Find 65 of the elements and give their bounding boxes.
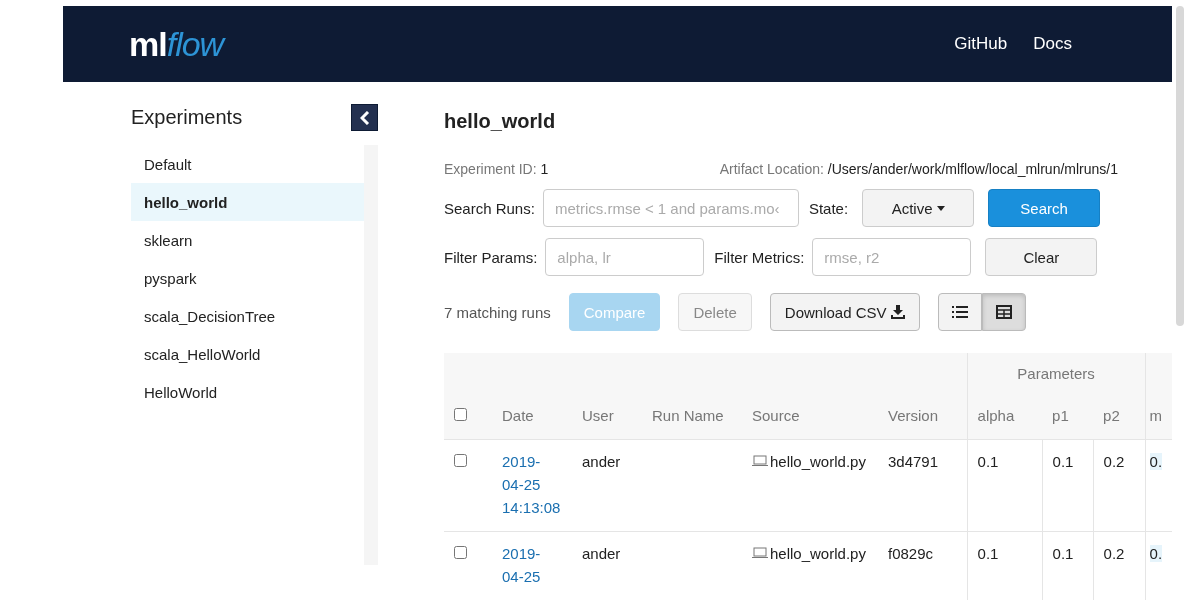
search-button[interactable]: Search — [988, 189, 1101, 227]
view-toggle[interactable] — [937, 293, 982, 331]
row-checkbox[interactable] — [454, 545, 467, 559]
experiment-item[interactable]: HelloWorld — [131, 373, 364, 411]
field-label: State: — [808, 199, 849, 217]
run-date-link[interactable]: 2019-04-25 14:13:08 — [502, 449, 562, 519]
download-button[interactable]: Download CSV — [769, 293, 920, 331]
artifact-location: Artifact Location: /Users/ander/work/mlflow/local_mlrun/mlruns/1 — [719, 161, 1118, 177]
run-date-link[interactable]: 2019-04-25 — [502, 541, 562, 588]
table-cell-text: hello_world.py — [770, 451, 866, 472]
laptop-icon — [752, 455, 768, 467]
field-label: Filter Params: — [444, 248, 538, 266]
experiment-item[interactable]: scala_DecisionTree — [131, 297, 364, 335]
column-header[interactable]: alpha — [967, 393, 1043, 439]
collapse-button[interactable] — [351, 104, 378, 131]
table-icon — [995, 305, 1012, 319]
table-cell: 0.2 — [1103, 544, 1125, 562]
select-all-checkbox[interactable] — [454, 408, 467, 422]
table-cell: 0.1 — [1052, 452, 1074, 470]
table-cell: f0829c — [888, 544, 934, 562]
table-cell: 0. — [1149, 452, 1163, 470]
table-cell: 3d4791 — [888, 452, 939, 470]
experiment-item[interactable]: sklearn — [131, 221, 364, 259]
table-cell: 0. — [1149, 544, 1163, 562]
filter-params-field[interactable]: alpha, lr — [545, 238, 705, 276]
column-header[interactable]: m — [1145, 393, 1172, 439]
column-header[interactable]: p2 — [1093, 393, 1146, 439]
run-count: 7 matching runs — [444, 303, 551, 321]
column-header[interactable]: p1 — [1042, 393, 1094, 439]
experiment-item[interactable]: scala_HelloWorld — [131, 335, 364, 373]
state-dropdown[interactable]: Active — [862, 189, 975, 227]
caret-icon — [936, 205, 945, 211]
column-header[interactable]: Run Name — [642, 393, 742, 439]
table-cell: 0.1 — [1052, 544, 1074, 562]
nav-link[interactable]: GitHub — [954, 34, 1008, 54]
search-runs-field[interactable]: metrics.rmse < 1 and params.mo‹ — [542, 189, 799, 227]
table-cell: 0.1 — [977, 544, 999, 562]
filter-metrics-field[interactable]: rmse, r2 — [812, 238, 972, 276]
clear-button[interactable]: Clear — [985, 238, 1098, 276]
field-label: Search Runs: — [444, 199, 535, 217]
column-header[interactable]: Source — [742, 393, 878, 439]
column-group-header: Parameters — [967, 353, 1146, 393]
column-header[interactable]: Date — [492, 393, 572, 439]
laptop-icon — [752, 547, 768, 559]
experiment-id: Experiment ID: 1 — [444, 161, 549, 177]
table-cell: ander — [582, 452, 621, 470]
column-header[interactable]: Version — [878, 393, 968, 439]
download-icon — [890, 305, 905, 319]
column-header[interactable]: User — [572, 393, 642, 439]
experiment-item[interactable]: hello_world — [131, 183, 364, 221]
experiment-item[interactable]: Default — [131, 145, 364, 183]
experiment-title: hello_world — [444, 110, 557, 133]
table-cell: ander — [582, 544, 621, 562]
field-label: Filter Metrics: — [714, 248, 805, 266]
sidebar-title: Experiments — [131, 106, 243, 129]
row-checkbox[interactable] — [454, 453, 467, 467]
table-cell: 0.1 — [977, 452, 999, 470]
nav-link[interactable]: Docs — [1033, 34, 1072, 54]
list-icon — [951, 305, 968, 319]
chevron-left-icon — [359, 110, 370, 125]
table-cell: 0.2 — [1103, 452, 1125, 470]
experiment-item[interactable]: pyspark — [131, 259, 364, 297]
table-cell-text: hello_world.py — [770, 543, 866, 564]
logo: mlflow — [129, 24, 224, 64]
view-toggle[interactable] — [981, 293, 1026, 331]
